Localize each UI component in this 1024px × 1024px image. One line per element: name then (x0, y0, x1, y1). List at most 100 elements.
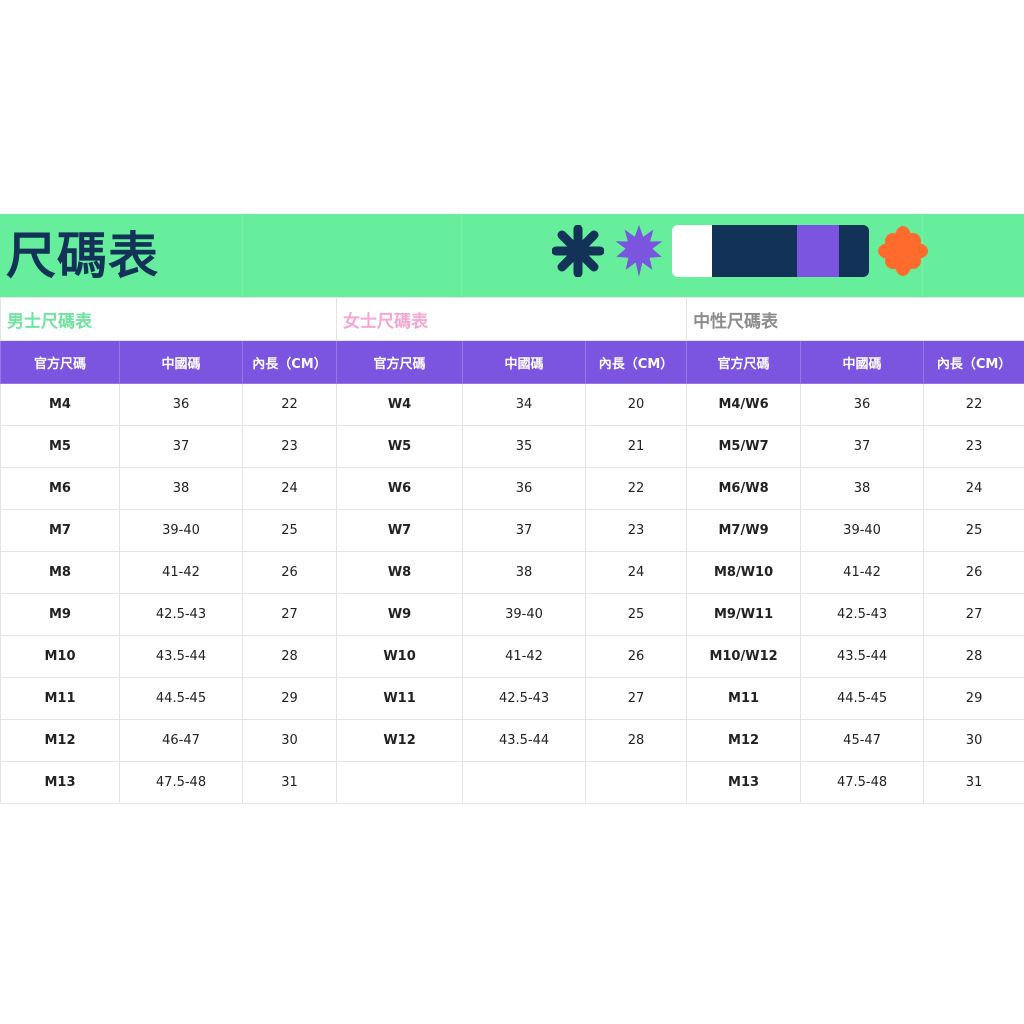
women-china-size-header: 中國碼 (462, 340, 587, 384)
unisex-official-size-cell: M5/W7 (686, 425, 802, 468)
section-label-row: 男士尺碼表 女士尺碼表 中性尺碼表 (0, 297, 1024, 341)
men-inner-length-cell: 28 (241, 635, 338, 678)
women-official-size-cell (336, 761, 464, 804)
men-section-label: 男士尺碼表 (0, 297, 338, 341)
men-china-size-cell: 46-47 (119, 719, 243, 762)
table-row: M12 46-47 30 W12 43.5-44 28 M12 45-47 30 (0, 719, 1024, 762)
women-official-size-header: 官方尺碼 (336, 340, 464, 384)
men-official-size-cell: M12 (0, 719, 120, 762)
color-swatch-bar (672, 225, 869, 277)
starburst-purple-icon (615, 225, 663, 277)
women-official-size-cell: W8 (336, 551, 464, 594)
men-official-size-cell: M6 (0, 467, 120, 510)
men-inner-length-cell: 30 (241, 719, 338, 762)
women-china-size-cell: 35 (462, 425, 587, 468)
flower-orange-icon (878, 226, 928, 276)
women-inner-length-header: 內長（CM） (585, 340, 688, 384)
men-china-size-cell: 36 (119, 383, 243, 426)
unisex-inner-length-cell: 30 (923, 719, 1024, 762)
unisex-china-size-cell: 41-42 (800, 551, 925, 594)
men-official-size-header: 官方尺碼 (0, 340, 120, 384)
table-row: M8 41-42 26 W8 38 24 M8/W10 41-42 26 (0, 551, 1024, 594)
unisex-official-size-cell: M13 (686, 761, 802, 804)
women-china-size-cell: 39-40 (462, 593, 587, 636)
unisex-china-size-cell: 44.5-45 (800, 677, 925, 720)
men-china-size-header: 中國碼 (119, 340, 243, 384)
women-inner-length-cell: 24 (585, 551, 688, 594)
women-china-size-cell: 41-42 (462, 635, 587, 678)
men-china-size-cell: 42.5-43 (119, 593, 243, 636)
men-official-size-cell: M5 (0, 425, 120, 468)
men-china-size-cell: 44.5-45 (119, 677, 243, 720)
men-official-size-cell: M10 (0, 635, 120, 678)
women-section-label: 女士尺碼表 (336, 297, 688, 341)
unisex-inner-length-header: 內長（CM） (923, 340, 1024, 384)
table-row: M10 43.5-44 28 W10 41-42 26 M10/W12 43.5-44 28 (0, 635, 1024, 678)
unisex-china-size-cell: 45-47 (800, 719, 925, 762)
women-official-size-cell: W10 (336, 635, 464, 678)
unisex-china-size-cell: 39-40 (800, 509, 925, 552)
women-inner-length-cell: 25 (585, 593, 688, 636)
men-official-size-cell: M11 (0, 677, 120, 720)
women-china-size-cell: 43.5-44 (462, 719, 587, 762)
column-header-row: 官方尺碼 中國碼 內長（CM） 官方尺碼 中國碼 內長（CM） 官方尺碼 中國碼 內長（CM） (0, 340, 1024, 384)
swatch-navy (712, 225, 797, 277)
men-china-size-cell: 43.5-44 (119, 635, 243, 678)
men-china-size-cell: 39-40 (119, 509, 243, 552)
asterisk-navy-icon (552, 225, 604, 277)
table-row: M7 39-40 25 W7 37 23 M7/W9 39-40 25 (0, 509, 1024, 552)
men-china-size-cell: 38 (119, 467, 243, 510)
women-china-size-cell (462, 761, 587, 804)
men-inner-length-cell: 23 (241, 425, 338, 468)
women-official-size-cell: W12 (336, 719, 464, 762)
unisex-official-size-cell: M10/W12 (686, 635, 802, 678)
unisex-china-size-cell: 36 (800, 383, 925, 426)
women-official-size-cell: W11 (336, 677, 464, 720)
unisex-inner-length-cell: 25 (923, 509, 1024, 552)
women-official-size-cell: W9 (336, 593, 464, 636)
women-official-size-cell: W6 (336, 467, 464, 510)
unisex-official-size-cell: M4/W6 (686, 383, 802, 426)
women-china-size-cell: 36 (462, 467, 587, 510)
women-official-size-cell: W7 (336, 509, 464, 552)
men-inner-length-cell: 31 (241, 761, 338, 804)
women-official-size-cell: W4 (336, 383, 464, 426)
table-row: M6 38 24 W6 36 22 M6/W8 38 24 (0, 467, 1024, 510)
unisex-china-size-cell: 43.5-44 (800, 635, 925, 678)
unisex-china-size-cell: 38 (800, 467, 925, 510)
men-china-size-cell: 41-42 (119, 551, 243, 594)
swatch-purple (797, 225, 839, 277)
unisex-inner-length-cell: 28 (923, 635, 1024, 678)
men-china-size-cell: 37 (119, 425, 243, 468)
women-inner-length-cell: 20 (585, 383, 688, 426)
women-china-size-cell: 34 (462, 383, 587, 426)
men-inner-length-cell: 24 (241, 467, 338, 510)
men-inner-length-cell: 27 (241, 593, 338, 636)
unisex-official-size-cell: M7/W9 (686, 509, 802, 552)
women-inner-length-cell: 22 (585, 467, 688, 510)
table-row: M11 44.5-45 29 W11 42.5-43 27 M11 44.5-45 29 (0, 677, 1024, 720)
women-inner-length-cell: 28 (585, 719, 688, 762)
banner-divider (461, 214, 462, 298)
men-inner-length-cell: 26 (241, 551, 338, 594)
women-inner-length-cell: 23 (585, 509, 688, 552)
women-inner-length-cell (585, 761, 688, 804)
men-china-size-cell: 47.5-48 (119, 761, 243, 804)
men-official-size-cell: M4 (0, 383, 120, 426)
table-row: M5 37 23 W5 35 21 M5/W7 37 23 (0, 425, 1024, 468)
unisex-china-size-cell: 37 (800, 425, 925, 468)
page-title: 尺碼表 (6, 227, 159, 285)
unisex-inner-length-cell: 22 (923, 383, 1024, 426)
table-row: M9 42.5-43 27 W9 39-40 25 M9/W11 42.5-43 27 (0, 593, 1024, 636)
unisex-section-label: 中性尺碼表 (686, 297, 1024, 341)
swatch-white (672, 225, 712, 277)
women-china-size-cell: 38 (462, 551, 587, 594)
women-official-size-cell: W5 (336, 425, 464, 468)
unisex-official-size-cell: M12 (686, 719, 802, 762)
unisex-inner-length-cell: 24 (923, 467, 1024, 510)
table-row: M13 47.5-48 31 M13 47.5-48 31 (0, 761, 1024, 804)
men-official-size-cell: M8 (0, 551, 120, 594)
unisex-inner-length-cell: 31 (923, 761, 1024, 804)
unisex-official-size-cell: M9/W11 (686, 593, 802, 636)
swatch-navy (839, 225, 869, 277)
